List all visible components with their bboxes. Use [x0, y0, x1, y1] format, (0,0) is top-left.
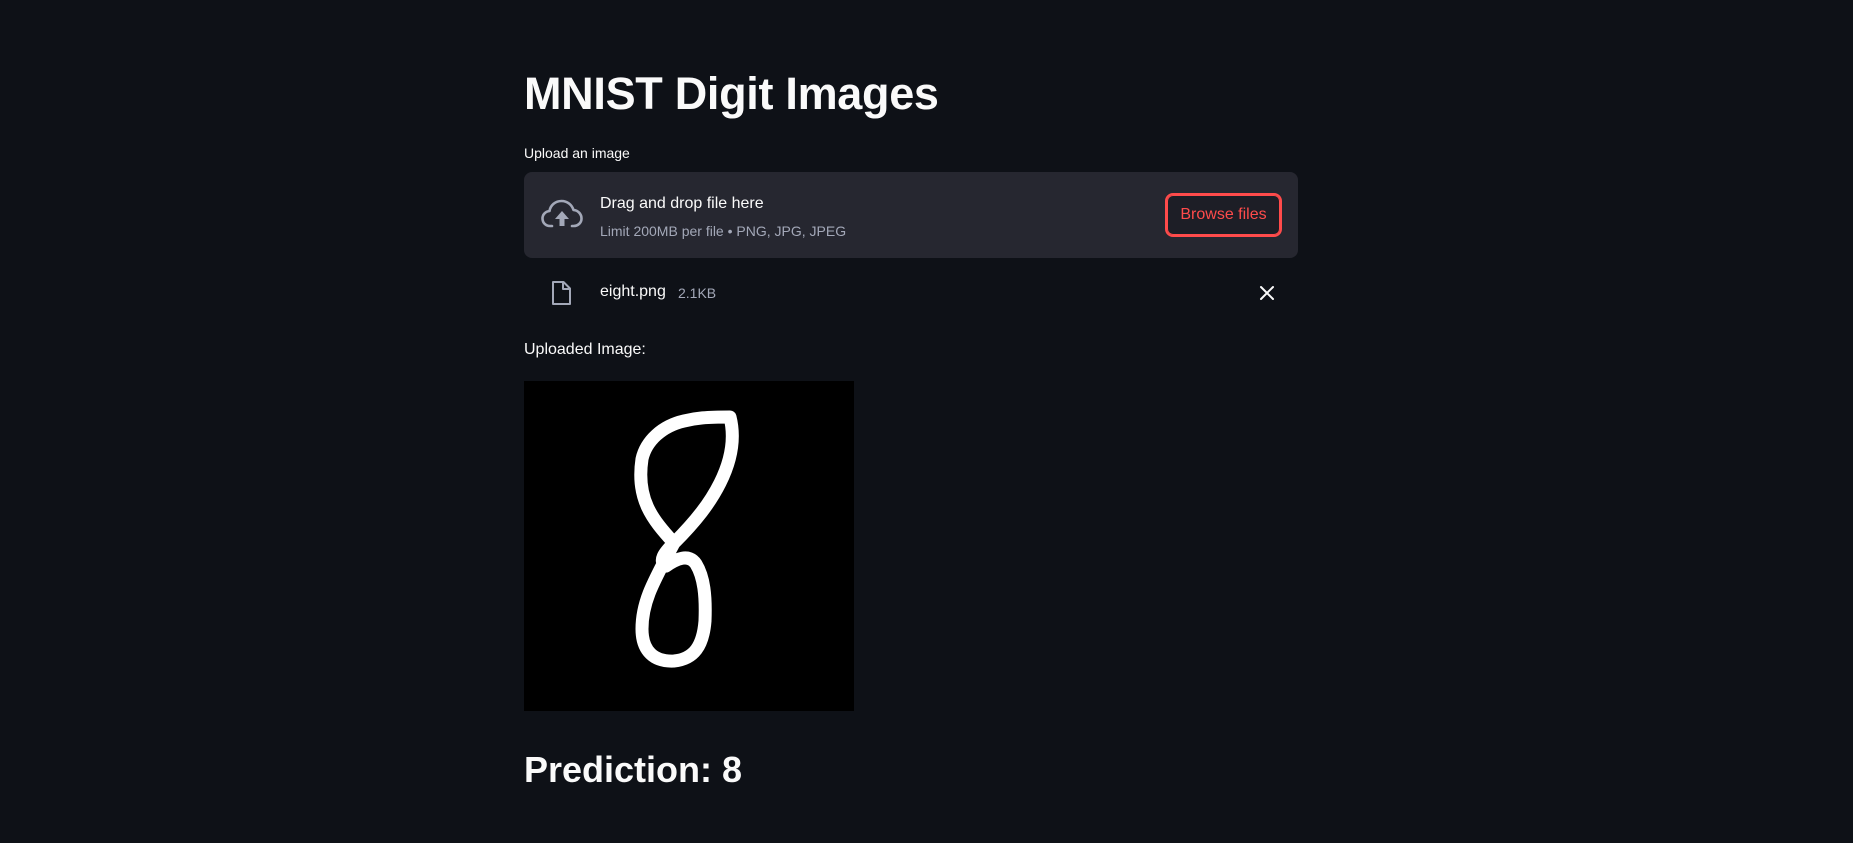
cloud-upload-icon — [541, 196, 583, 234]
file-size: 2.1KB — [678, 285, 717, 301]
file-dropzone[interactable]: Drag and drop file here Limit 200MB per … — [524, 172, 1298, 258]
page-title: MNIST Digit Images — [524, 68, 939, 119]
prediction-result: Prediction: 8 — [524, 749, 743, 790]
file-icon — [550, 280, 572, 306]
dropzone-limits: Limit 200MB per file • PNG, JPG, JPEG — [600, 223, 847, 239]
uploaded-image-label: Uploaded Image: — [524, 341, 646, 358]
uploaded-digit-image — [524, 381, 854, 711]
uploaded-file-row: eight.png 2.1KB — [524, 274, 1298, 310]
browse-files-button[interactable]: Browse files — [1165, 193, 1282, 237]
dropzone-instructions: Drag and drop file here — [600, 195, 764, 212]
upload-label: Upload an image — [524, 145, 630, 161]
file-name: eight.png — [600, 283, 666, 300]
close-icon[interactable] — [1256, 282, 1278, 304]
